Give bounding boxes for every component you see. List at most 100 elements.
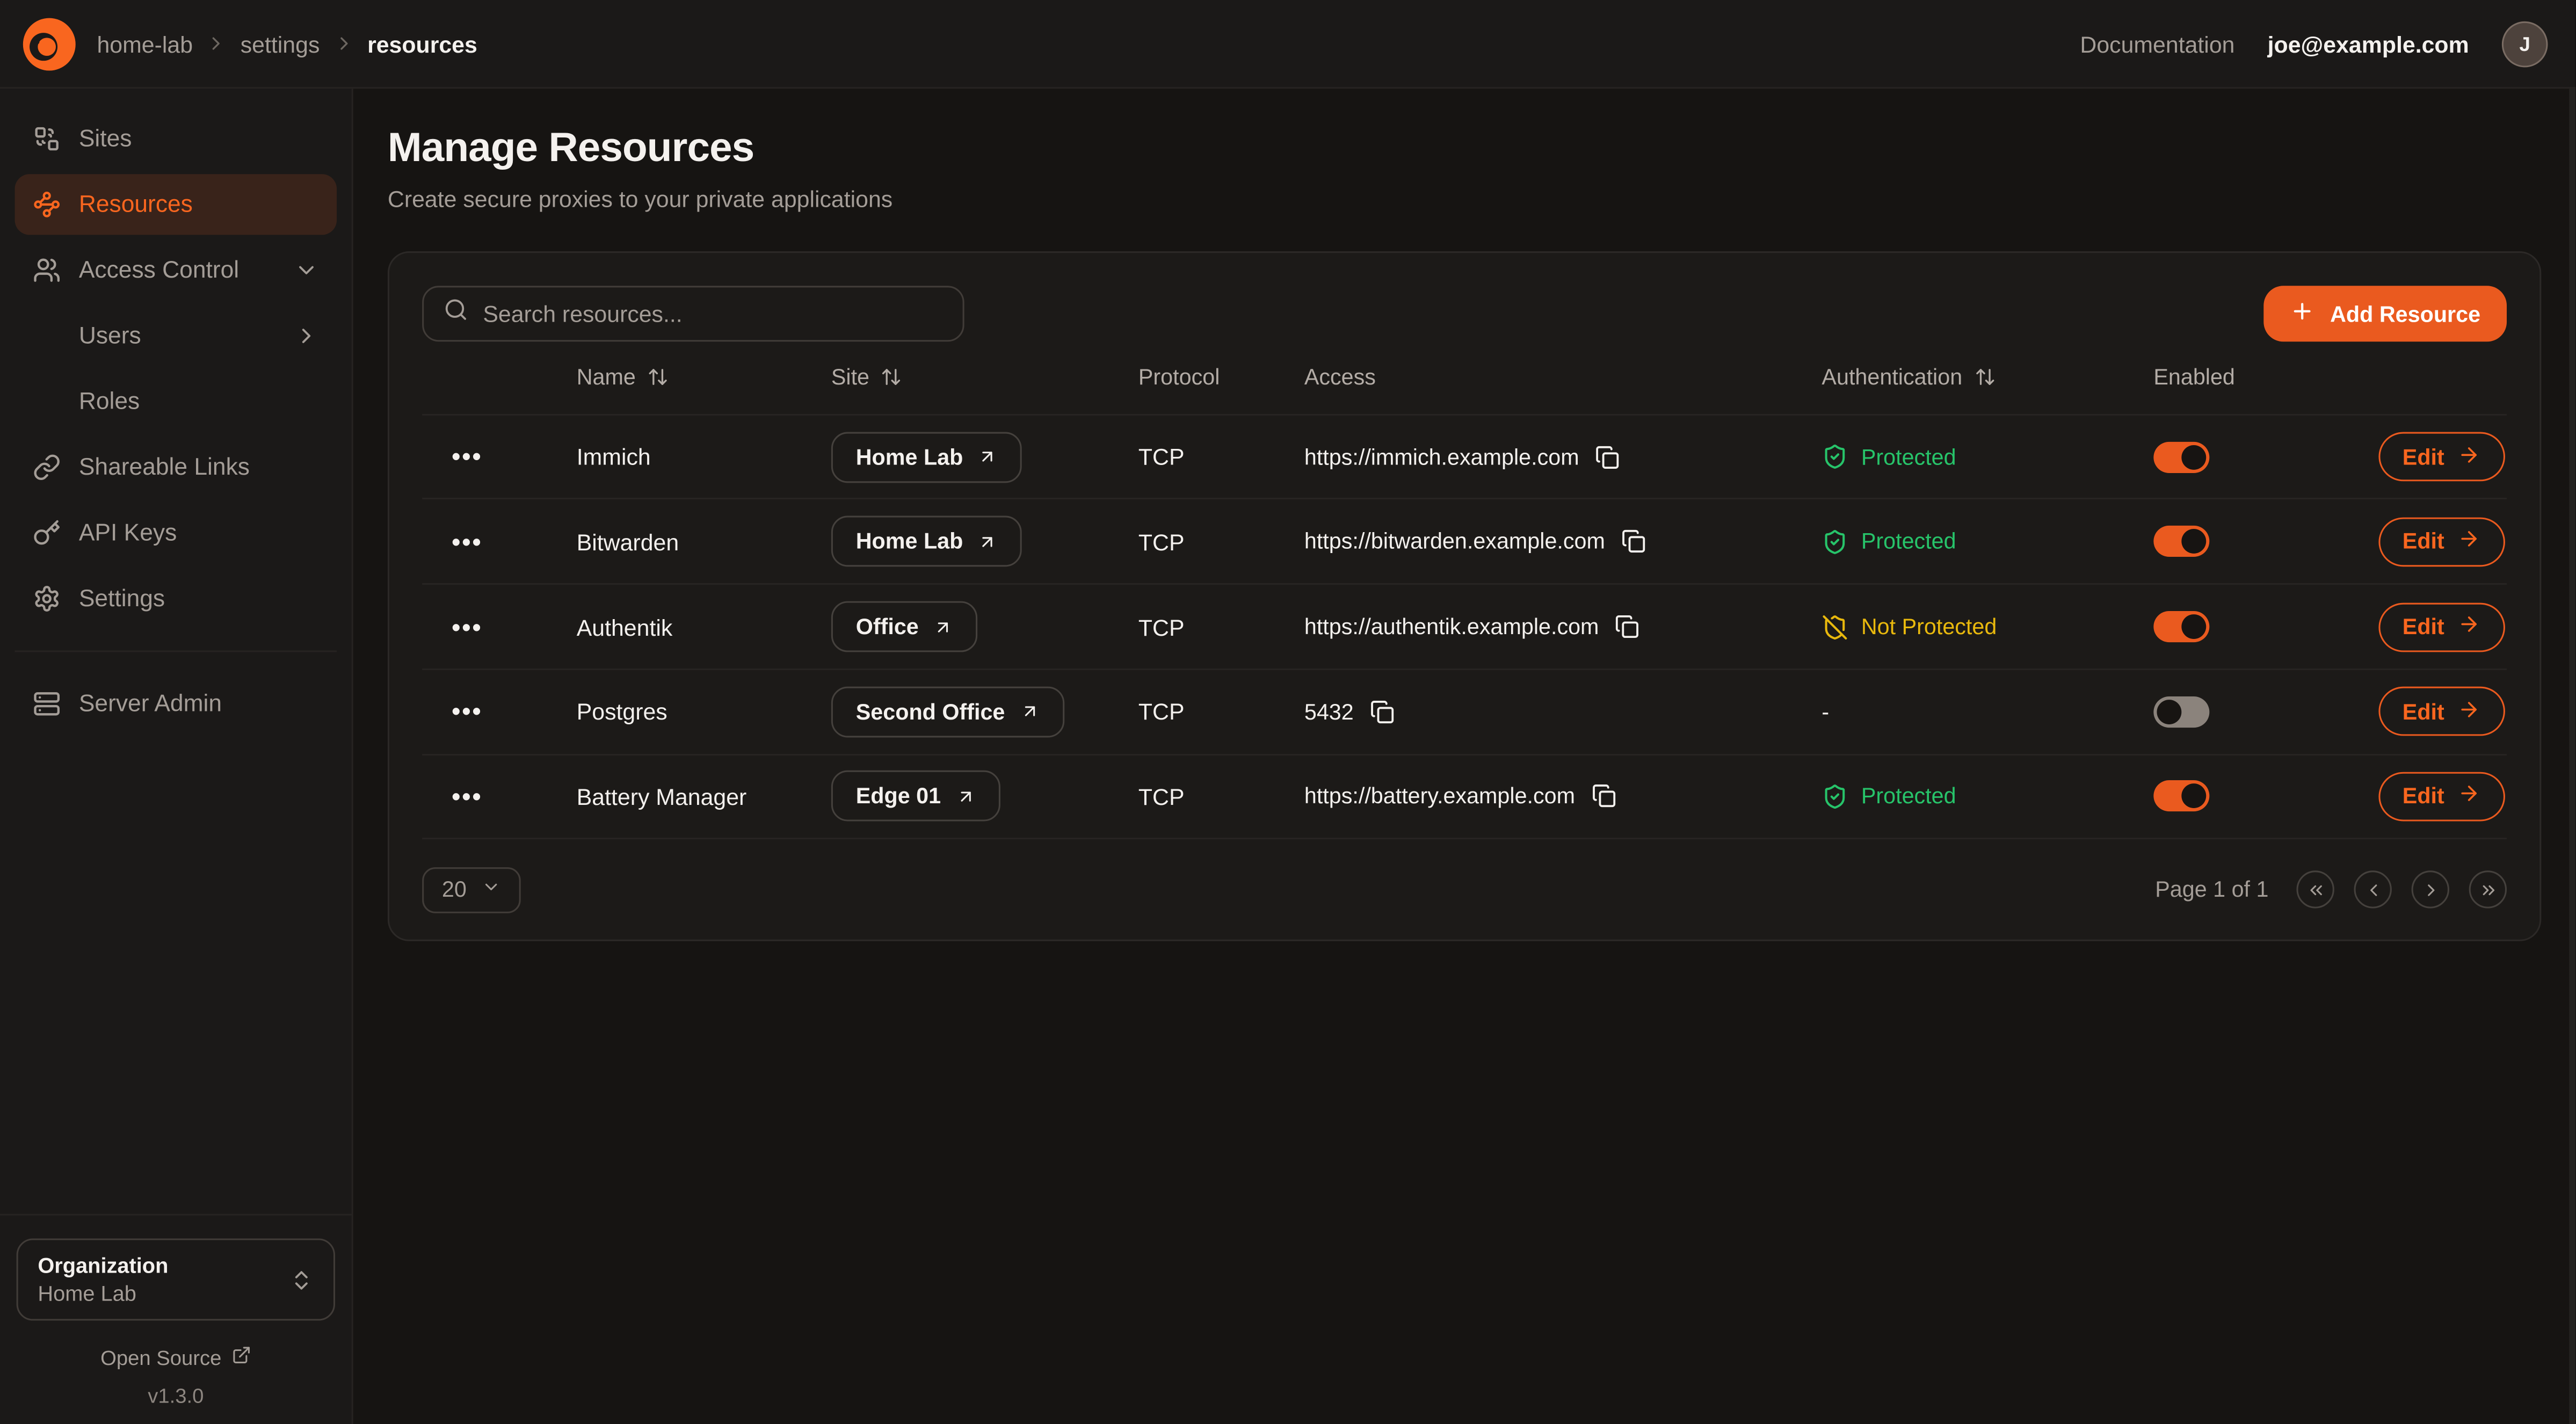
site-link-button[interactable]: Office: [831, 601, 978, 652]
enabled-toggle[interactable]: [2153, 781, 2209, 812]
sidebar-item-settings[interactable]: Settings: [15, 568, 337, 629]
user-email[interactable]: joe@example.com: [2268, 31, 2469, 57]
sidebar-divider: [15, 650, 337, 652]
avatar[interactable]: J: [2502, 20, 2548, 67]
site-link-button[interactable]: Second Office: [831, 686, 1064, 737]
arrow-up-right-icon: [978, 532, 998, 552]
sidebar-item-label: Access Control: [79, 257, 239, 284]
sidebar-item-api-keys[interactable]: API Keys: [15, 503, 337, 563]
sidebar-item-users[interactable]: Users: [15, 306, 337, 366]
sidebar-item-access-control[interactable]: Access Control: [15, 240, 337, 301]
edit-button[interactable]: Edit: [2378, 687, 2505, 736]
sidebar-item-label: Users: [79, 323, 141, 349]
copy-icon[interactable]: [1370, 699, 1395, 724]
sort-icon[interactable]: [647, 367, 669, 388]
row-menu-icon[interactable]: •••: [452, 783, 482, 811]
row-menu-icon[interactable]: •••: [452, 444, 482, 471]
col-site: Site: [831, 365, 869, 390]
chevrons-up-down-icon: [289, 1267, 314, 1292]
arrow-right-icon: [2457, 613, 2480, 641]
auth-status-label: Protected: [1861, 784, 1956, 809]
enabled-toggle[interactable]: [2153, 441, 2209, 473]
sidebar-item-server-admin[interactable]: Server Admin: [15, 673, 337, 734]
edit-label: Edit: [2403, 699, 2444, 724]
edit-button[interactable]: Edit: [2378, 772, 2505, 822]
resources-card: Add Resource Name Site Protocol Access A…: [388, 251, 2541, 941]
site-name: Home Lab: [856, 445, 963, 469]
col-enabled: Enabled: [2153, 365, 2235, 390]
open-source-link[interactable]: Open Source: [0, 1345, 352, 1370]
edit-button[interactable]: Edit: [2378, 602, 2505, 651]
search-input[interactable]: [483, 301, 943, 327]
documentation-link[interactable]: Documentation: [2080, 31, 2234, 57]
chevron-down-icon: [481, 877, 501, 902]
breadcrumb-resources[interactable]: resources: [367, 31, 477, 57]
auth-status-label: Not Protected: [1861, 614, 1997, 639]
arrow-right-icon: [2457, 443, 2480, 471]
table-row: ••• Bitwarden Home Lab TCP https://bitwa…: [422, 498, 2507, 583]
site-link-button[interactable]: Home Lab: [831, 431, 1022, 482]
sort-icon[interactable]: [881, 367, 902, 388]
breadcrumb-org[interactable]: home-lab: [97, 31, 193, 57]
sidebar-item-shareable-links[interactable]: Shareable Links: [15, 437, 337, 498]
edit-button[interactable]: Edit: [2378, 432, 2505, 482]
sidebar-item-sites[interactable]: Sites: [15, 108, 337, 169]
sidebar-item-resources[interactable]: Resources: [15, 174, 337, 235]
first-page-button[interactable]: [2296, 871, 2334, 909]
server-icon: [33, 690, 61, 718]
edit-button[interactable]: Edit: [2378, 517, 2505, 566]
breadcrumb-settings[interactable]: settings: [241, 31, 320, 57]
copy-icon[interactable]: [1595, 445, 1620, 469]
resource-name: Immich: [577, 444, 831, 470]
enabled-toggle[interactable]: [2153, 696, 2209, 727]
organization-selector[interactable]: Organization Home Lab: [17, 1238, 335, 1320]
next-page-button[interactable]: [2412, 871, 2449, 909]
page-subtitle: Create secure proxies to your private ap…: [388, 186, 2541, 212]
pangolin-logo-icon[interactable]: [23, 17, 76, 70]
table-header: Name Site Protocol Access Authentication…: [422, 342, 2507, 413]
page-size-value: 20: [442, 877, 467, 902]
arrow-up-right-icon: [956, 787, 976, 807]
sidebar-item-label: Server Admin: [79, 691, 222, 717]
table-row: ••• Postgres Second Office TCP 5432 - Ed…: [422, 669, 2507, 753]
site-name: Home Lab: [856, 529, 963, 554]
enabled-toggle[interactable]: [2153, 526, 2209, 557]
enabled-toggle[interactable]: [2153, 611, 2209, 642]
site-name: Office: [856, 614, 919, 639]
col-name: Name: [577, 365, 636, 390]
copy-icon[interactable]: [1622, 529, 1646, 554]
row-menu-icon[interactable]: •••: [452, 614, 482, 642]
resource-name: Authentik: [577, 614, 831, 640]
sidebar-item-label: Sites: [79, 126, 132, 152]
copy-icon[interactable]: [1615, 614, 1640, 639]
edit-label: Edit: [2403, 529, 2444, 554]
external-link-icon: [231, 1345, 251, 1370]
auth-status-label: Protected: [1861, 529, 1956, 554]
arrow-up-right-icon: [933, 617, 953, 637]
last-page-button[interactable]: [2469, 871, 2507, 909]
sidebar-divider: [0, 1214, 352, 1216]
copy-icon[interactable]: [1592, 784, 1616, 809]
arrow-right-icon: [2457, 698, 2480, 725]
row-menu-icon[interactable]: •••: [452, 699, 482, 726]
search-icon: [444, 297, 468, 330]
sidebar-item-label: Roles: [79, 388, 140, 415]
row-menu-icon[interactable]: •••: [452, 528, 482, 556]
auth-status-label: Protected: [1861, 445, 1956, 469]
page-indicator: Page 1 of 1: [2155, 877, 2268, 902]
site-link-button[interactable]: Edge 01: [831, 771, 1000, 822]
col-access: Access: [1304, 365, 1376, 390]
site-link-button[interactable]: Home Lab: [831, 517, 1022, 568]
app-version: v1.3.0: [0, 1385, 352, 1408]
previous-page-button[interactable]: [2354, 871, 2392, 909]
add-resource-button[interactable]: Add Resource: [2265, 286, 2507, 342]
resource-name: Postgres: [577, 699, 831, 725]
main-content: Manage Resources Create secure proxies t…: [353, 89, 2576, 1424]
sort-icon[interactable]: [1974, 367, 1996, 388]
sidebar-item-roles[interactable]: Roles: [15, 371, 337, 432]
scrollbar[interactable]: [2569, 89, 2575, 1424]
add-resource-label: Add Resource: [2330, 301, 2480, 326]
organization-value: Home Lab: [38, 1281, 168, 1306]
key-icon: [33, 519, 61, 547]
page-size-select[interactable]: 20: [422, 867, 521, 913]
